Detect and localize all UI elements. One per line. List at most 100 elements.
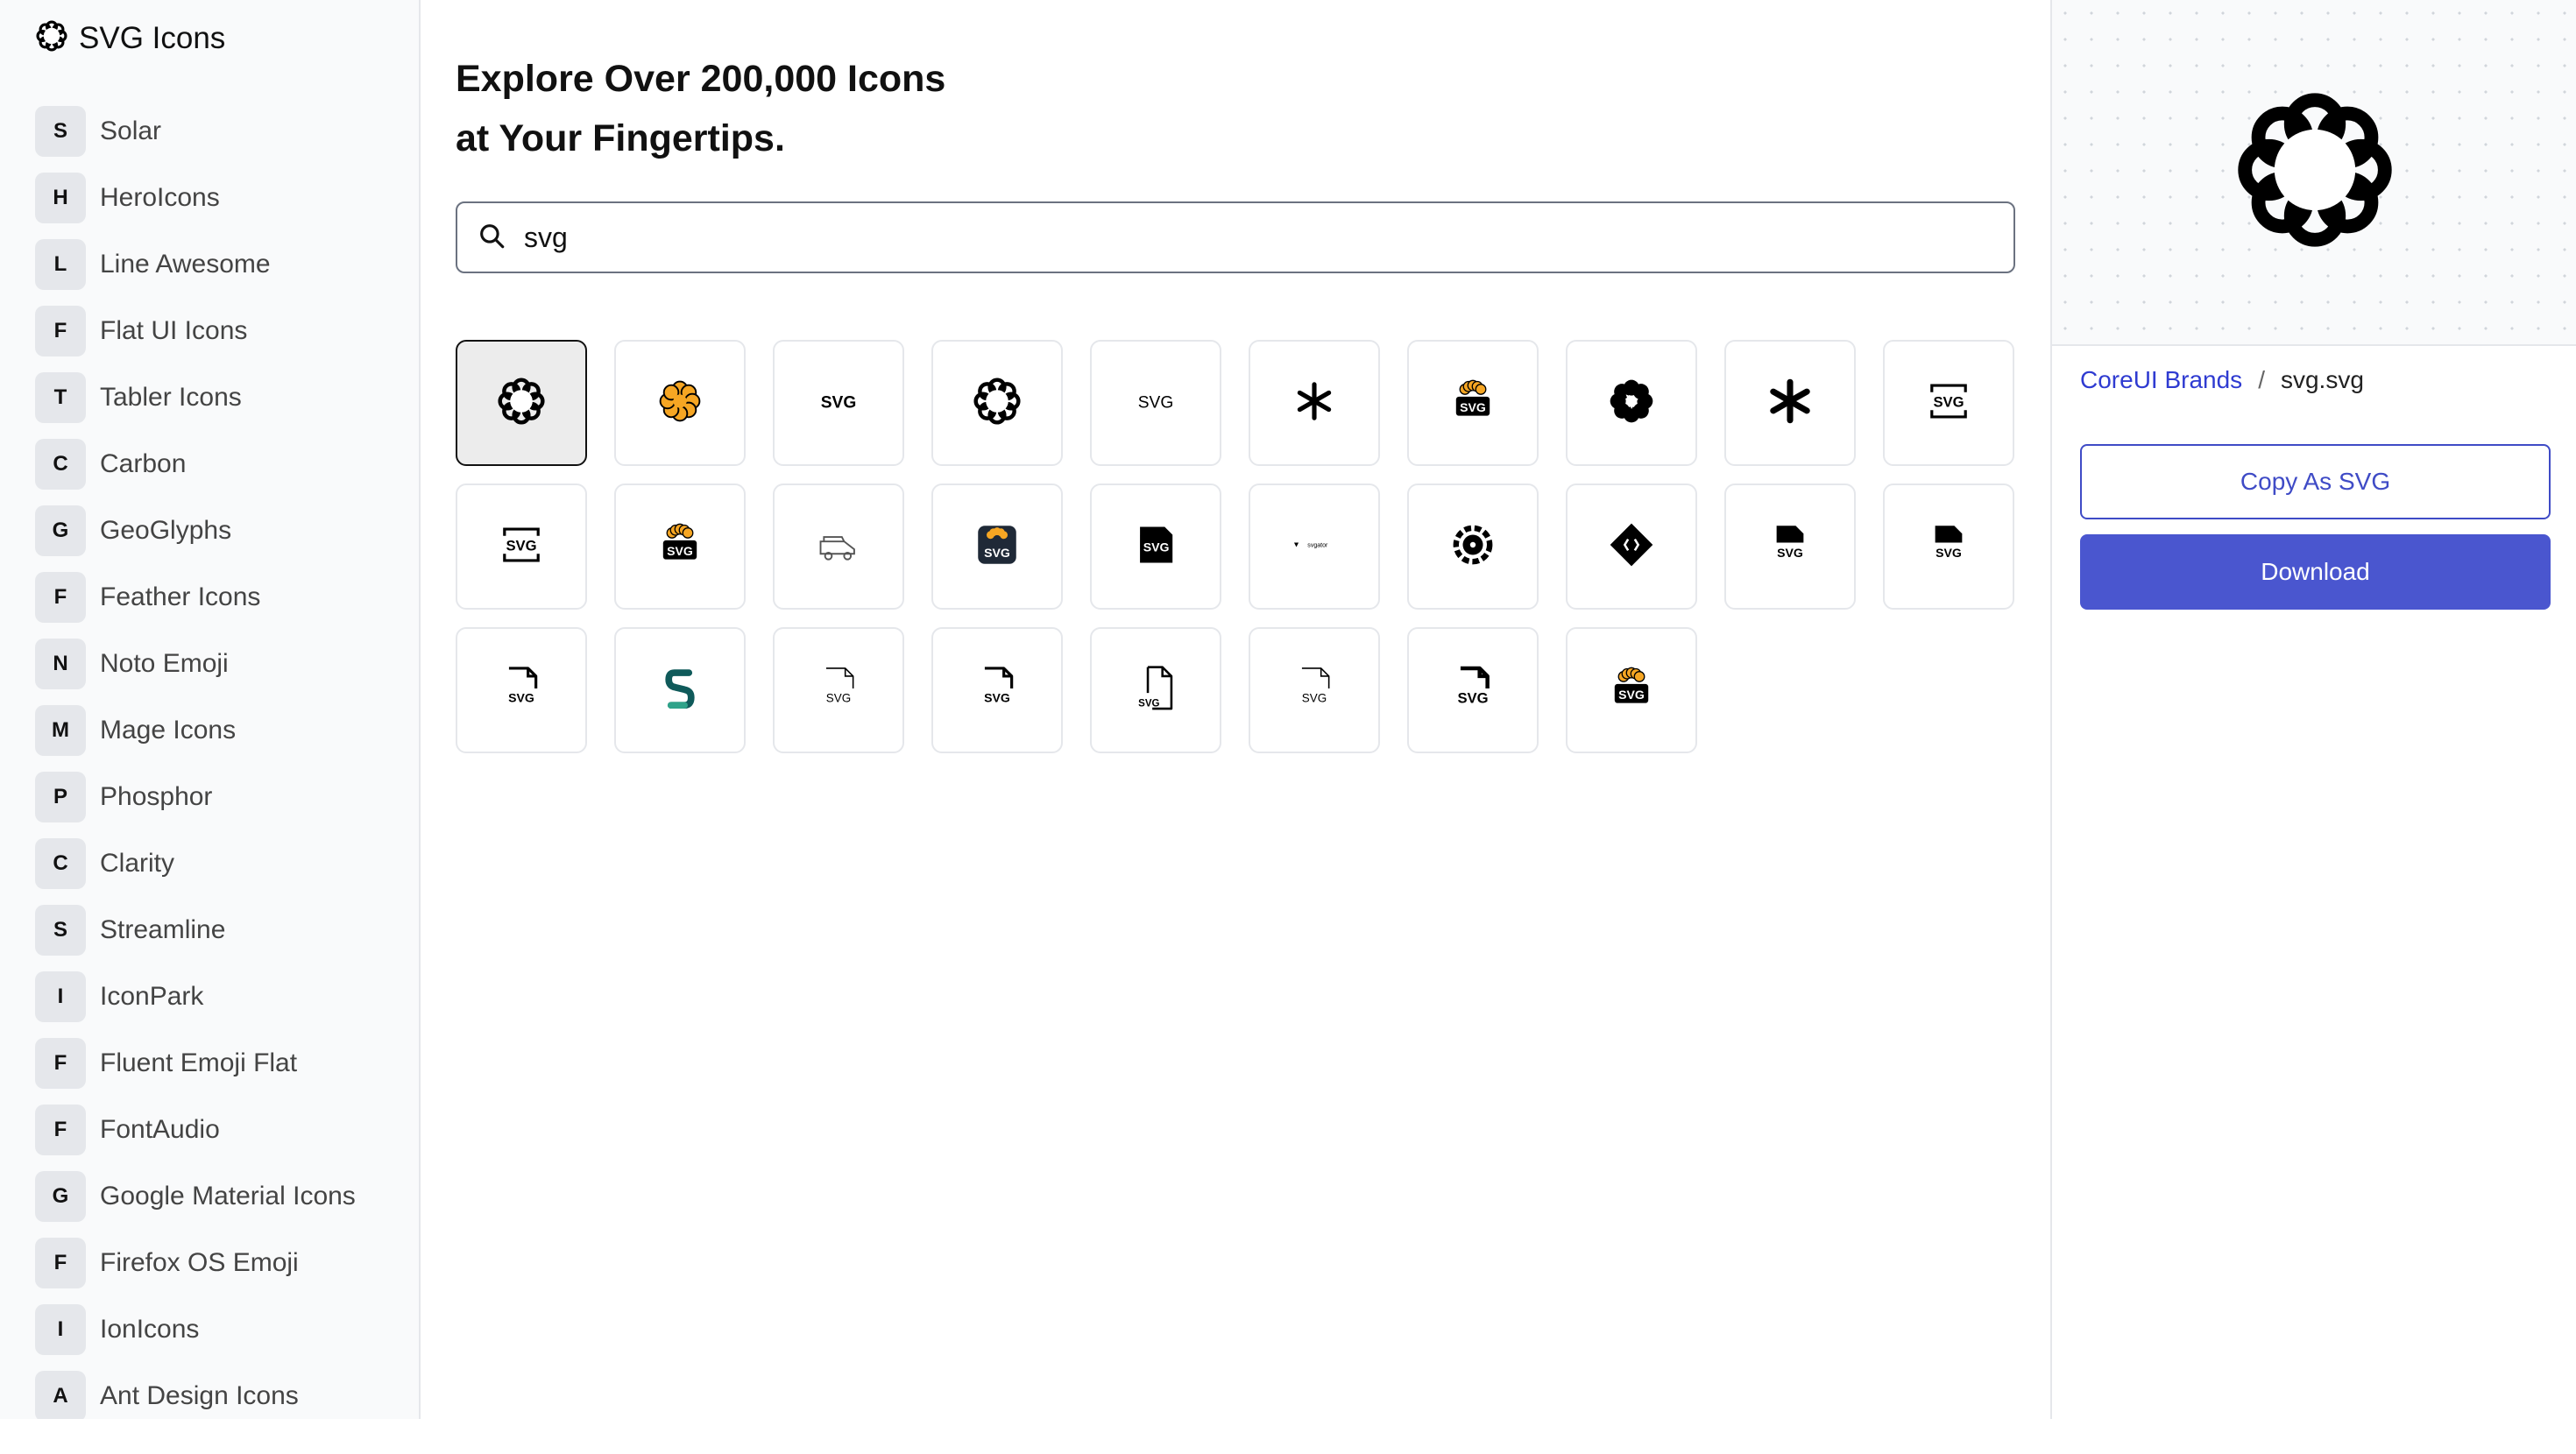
icon-result-tile[interactable]: SVG	[456, 483, 587, 610]
icon-results-grid: SVG SVG SVG SVG SVG SVG SVG SVG svgator SVG SVG SVG…	[456, 340, 2024, 753]
svg-text:SVG: SVG	[1138, 393, 1174, 412]
sidebar-item-carbon[interactable]: C Carbon	[35, 431, 412, 498]
icon-result-tile[interactable]: SVG	[1724, 483, 1856, 610]
icon-result-tile[interactable]: SVG	[773, 627, 904, 753]
icon-result-tile[interactable]: SVG	[1090, 627, 1221, 753]
sidebar-item-google-material-icons[interactable]: G Google Material Icons	[35, 1163, 412, 1230]
file-name: svg.svg	[2280, 366, 2364, 393]
sidebar-item-badge: S	[35, 905, 86, 956]
icon-result-tile[interactable]: SVG	[773, 340, 904, 466]
icon-result-tile[interactable]	[773, 483, 904, 610]
sidebar-item-mage-icons[interactable]: M Mage Icons	[35, 697, 412, 764]
svg-text:SVG: SVG	[826, 691, 851, 704]
sidebar-item-badge: F	[35, 1238, 86, 1288]
icon-result-tile[interactable]	[614, 340, 746, 466]
sidebar-item-ionicons[interactable]: I IonIcons	[35, 1296, 412, 1363]
page-title: Explore Over 200,000 Icons at Your Finge…	[456, 49, 1507, 168]
sidebar-item-firefox-os-emoji[interactable]: F Firefox OS Emoji	[35, 1230, 412, 1296]
sidebar-item-streamline[interactable]: S Streamline	[35, 897, 412, 963]
icon-result-tile[interactable]	[1724, 340, 1856, 466]
sidebar-item-ant-design-icons[interactable]: A Ant Design Icons	[35, 1363, 412, 1419]
sidebar-item-geoglyphs[interactable]: G GeoGlyphs	[35, 498, 412, 564]
sidebar-item-badge: N	[35, 639, 86, 689]
icon-result-tile[interactable]	[1407, 483, 1539, 610]
sidebar-item-tabler-icons[interactable]: T Tabler Icons	[35, 364, 412, 431]
sidebar-item-label: Line Awesome	[100, 250, 271, 279]
sidebar-item-label: Flat UI Icons	[100, 316, 248, 345]
icon-result-tile[interactable]: SVG	[1407, 627, 1539, 753]
search-bar[interactable]	[456, 201, 2015, 273]
svg-file-thin-icon: SVG	[810, 660, 867, 721]
detail-panel: CoreUI Brands / svg.svg Copy As SVG Down…	[2050, 0, 2576, 1419]
sidebar-item-badge: G	[35, 1171, 86, 1222]
flower-icon	[33, 18, 70, 59]
breadcrumb-separator: /	[2258, 366, 2265, 393]
sidebar-item-badge: F	[35, 1038, 86, 1089]
icon-result-tile[interactable]	[614, 627, 746, 753]
icon-result-tile[interactable]	[1249, 340, 1380, 466]
flower-solid-icon	[1603, 373, 1660, 434]
icon-result-tile[interactable]	[456, 340, 587, 466]
icon-result-tile[interactable]	[1566, 483, 1697, 610]
icon-result-tile[interactable]: SVG	[1883, 483, 2014, 610]
icon-result-tile[interactable]: SVG	[931, 627, 1063, 753]
svg-text:SVG: SVG	[984, 546, 1010, 560]
search-input[interactable]	[524, 221, 1926, 254]
sidebar-item-label: GeoGlyphs	[100, 516, 232, 545]
sidebar-item-badge: M	[35, 705, 86, 756]
breadcrumb: CoreUI Brands / svg.svg	[2080, 366, 2364, 394]
icon-result-tile[interactable]: SVG	[1407, 340, 1539, 466]
icon-result-tile[interactable]	[931, 340, 1063, 466]
svg-badge-dark-icon: SVG	[969, 517, 1025, 577]
svg-frame-icon: SVG	[493, 517, 549, 577]
svg-text:SVG: SVG	[1618, 688, 1645, 702]
icon-result-tile[interactable]: SVG	[614, 483, 746, 610]
icon-result-tile[interactable]: SVG	[1090, 340, 1221, 466]
svg-file-solid-icon: SVG	[1921, 517, 1977, 577]
sidebar-item-label: Noto Emoji	[100, 649, 229, 678]
sidebar-item-noto-emoji[interactable]: N Noto Emoji	[35, 631, 412, 697]
sidebar-item-label: Tabler Icons	[100, 383, 242, 412]
svg-file-thin-icon: SVG	[1286, 660, 1342, 721]
asterisk-bold-icon	[1762, 373, 1818, 434]
icon-result-tile[interactable]: SVG	[1883, 340, 2014, 466]
app-title: SVG Icons	[79, 20, 226, 55]
sidebar-item-label: Mage Icons	[100, 716, 237, 745]
sidebar-item-feather-icons[interactable]: F Feather Icons	[35, 564, 412, 631]
collection-link[interactable]: CoreUI Brands	[2080, 366, 2242, 394]
icon-result-tile[interactable]: SVG	[456, 627, 587, 753]
icon-preview	[2052, 0, 2576, 346]
sidebar-item-phosphor[interactable]: P Phosphor	[35, 764, 412, 830]
icon-result-tile[interactable]: svgator	[1249, 483, 1380, 610]
icon-result-tile[interactable]: SVG	[931, 483, 1063, 610]
svg-badge-orange-icon: SVG	[1445, 373, 1501, 434]
brand[interactable]: SVG Icons	[33, 18, 225, 59]
sidebar-item-clarity[interactable]: C Clarity	[35, 830, 412, 897]
svg-frame-icon: SVG	[1921, 373, 1977, 434]
sidebar-item-badge: S	[35, 106, 86, 157]
sidebar-item-fontaudio[interactable]: F FontAudio	[35, 1097, 412, 1163]
sidebar-item-badge: T	[35, 372, 86, 423]
diamond-code-icon	[1603, 517, 1660, 577]
icon-result-tile[interactable]	[1566, 340, 1697, 466]
sidebar-item-iconpark[interactable]: I IconPark	[35, 963, 412, 1030]
svg-file-bold-icon: SVG	[1445, 660, 1501, 721]
asterisk-icon	[1286, 373, 1342, 434]
sidebar-item-fluent-emoji-flat[interactable]: F Fluent Emoji Flat	[35, 1030, 412, 1097]
icon-result-tile[interactable]: SVG	[1249, 627, 1380, 753]
svg-text:SVG: SVG	[1138, 698, 1159, 709]
icon-result-tile[interactable]: SVG	[1566, 627, 1697, 753]
sidebar-item-label: IconPark	[100, 982, 204, 1011]
icon-result-tile[interactable]: SVG	[1090, 483, 1221, 610]
download-button[interactable]: Download	[2080, 534, 2551, 610]
svg-text:SVG: SVG	[506, 537, 536, 554]
copy-as-svg-button[interactable]: Copy As SVG	[2080, 444, 2551, 519]
sidebar-item-flat-ui-icons[interactable]: F Flat UI Icons	[35, 298, 412, 364]
sidebar-item-label: Clarity	[100, 849, 175, 878]
sidebar-item-badge: I	[35, 971, 86, 1022]
headline-line-1: Explore Over 200,000 Icons	[456, 58, 946, 100]
sidebar-item-line-awesome[interactable]: L Line Awesome	[35, 231, 412, 298]
sidebar-item-heroicons[interactable]: H HeroIcons	[35, 165, 412, 231]
sidebar-item-solar[interactable]: S Solar	[35, 98, 412, 165]
svg-file-solid-icon: SVG	[1762, 517, 1818, 577]
